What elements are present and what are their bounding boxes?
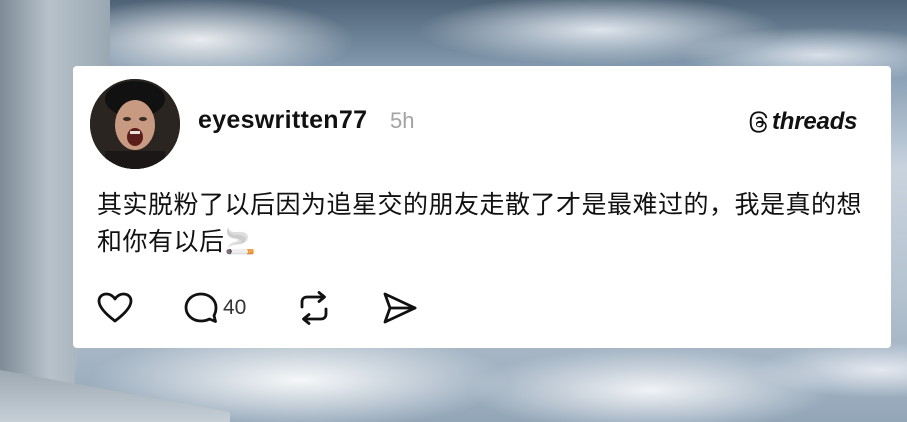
threads-logo-icon — [749, 111, 768, 133]
threads-logo: threads — [748, 106, 857, 138]
reply-count: 40 — [223, 296, 247, 319]
post-timestamp: 5h — [390, 108, 415, 133]
post-body-text: 其实脱粉了以后因为追星交的朋友走散了才是最难过的，我是真的想和你有以后🚬 — [97, 190, 863, 256]
repost-icon — [300, 291, 328, 325]
post-action-bar: 40 — [97, 288, 418, 328]
reply-button[interactable]: 40 — [183, 288, 246, 328]
avatar[interactable] — [90, 79, 180, 169]
like-button[interactable] — [97, 288, 133, 328]
threads-wordmark: threads — [772, 108, 858, 135]
avatar-image — [90, 79, 180, 169]
repost-button[interactable] — [296, 288, 332, 328]
send-icon — [383, 292, 417, 324]
threads-post-card: eyeswritten77 5h threads 其实脱粉了以后因为追星交的朋友… — [73, 66, 891, 348]
username[interactable]: eyeswritten77 — [198, 106, 367, 135]
share-button[interactable] — [382, 288, 418, 328]
comment-icon — [184, 292, 218, 323]
heart-icon — [97, 292, 133, 323]
